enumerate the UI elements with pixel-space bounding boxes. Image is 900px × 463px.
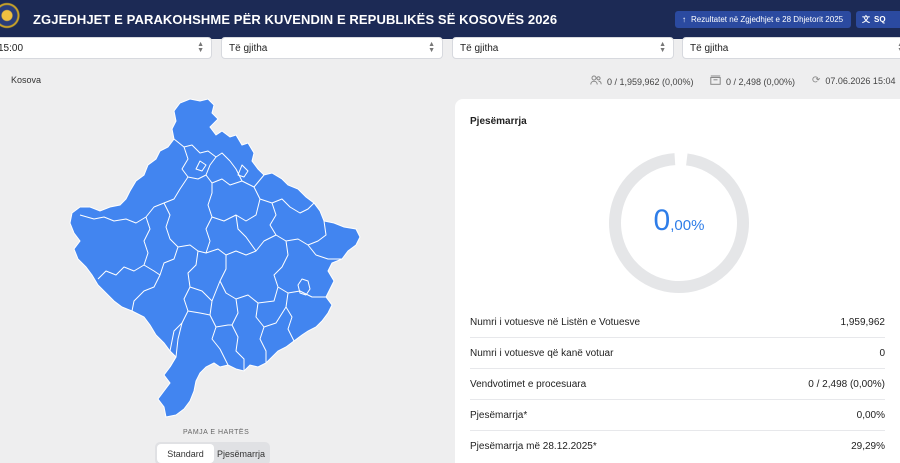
- chevron-updown-icon: ▲▼: [197, 41, 204, 54]
- polling-station-select-value: Të gjitha: [690, 42, 729, 54]
- app-header: ZGJEDHJET E PARAKOHSHME PËR KUVENDIN E R…: [0, 0, 900, 39]
- map-view-caption: PAMJA E HARTËS: [183, 429, 250, 436]
- chevron-updown-icon: ▲▼: [428, 41, 435, 54]
- refresh-icon[interactable]: ⟳: [812, 75, 820, 86]
- stats-row-value: 1,959,962: [840, 316, 886, 328]
- voters-stat-value: 0 / 1,959,962 (0,00%): [607, 76, 694, 87]
- stats-row-label: Numri i votuesve në Listën e Votuesve: [470, 316, 641, 328]
- stats-row: Pjesëmarrja më 28.12.2025* 29,29%: [470, 431, 885, 462]
- page-title: ZGJEDHJET E PARAKOHSHME PËR KUVENDIN E R…: [33, 12, 558, 27]
- stats-row: Pjesëmarrja* 0,00%: [470, 400, 885, 431]
- stats-row-label: Numri i votuesve që kanë votuar: [470, 347, 614, 359]
- users-icon: [590, 75, 602, 88]
- polling-center-select[interactable]: Të gjitha ▲ ▼: [452, 37, 674, 59]
- stats-row-label: Vendvotimet e procesuara: [470, 378, 587, 390]
- stats-row-value: 0: [879, 347, 885, 359]
- participation-card: Pjesëmarrja 0,00% Numri i votuesve në Li…: [455, 99, 900, 463]
- stats-row-value: 0 / 2,498 (0,00%): [808, 378, 885, 390]
- previous-results-button[interactable]: ↑ Rezultatet në Zgjedhjet e 28 Dhjetorit…: [675, 11, 852, 28]
- participation-title: Pjesëmarrja: [470, 116, 527, 127]
- previous-results-label: Rezultatet në Zgjedhjet e 28 Dhjetorit 2…: [691, 15, 844, 24]
- stations-stat-value: 0 / 2,498 (0,00%): [726, 76, 796, 87]
- election-commission-logo: [0, 2, 22, 32]
- participation-percent-decimal: ,00%: [670, 217, 705, 234]
- stations-stat: 0 / 2,498 (0,00%): [710, 75, 795, 88]
- stats-row: Numri i votuesve në Listën e Votuesve 1,…: [470, 307, 885, 338]
- translate-icon: 文: [862, 15, 870, 24]
- stats-row-label: Pjesëmarrja më 28.12.2025*: [470, 441, 597, 452]
- last-updated-stat: ⟳ 07.06.2026 15:04: [812, 75, 895, 86]
- municipality-select-value: Të gjitha: [229, 42, 268, 54]
- view-standard-button[interactable]: Standard: [157, 444, 214, 463]
- arrow-up-icon: ↑: [682, 15, 686, 24]
- region-label: Kosova: [11, 75, 42, 85]
- stats-row: Vendvotimet e procesuara 0 / 2,498 (0,00…: [470, 369, 885, 400]
- polling-station-select[interactable]: Të gjitha ▲▼: [682, 37, 900, 59]
- time-select-value: 15:00: [0, 42, 24, 54]
- kosovo-region-outline[interactable]: [69, 98, 361, 418]
- stats-row-value: 29,29%: [851, 441, 885, 452]
- view-participation-button[interactable]: Pjesëmarrja: [214, 444, 268, 463]
- stats-row: Numri i votuesve që kanë votuar 0: [470, 338, 885, 369]
- location-pin-icon: ⌖: [0, 74, 4, 86]
- stats-row-label: Pjesëmarrja*: [470, 409, 528, 421]
- participation-percent: 0,00%: [605, 204, 753, 238]
- voters-stat: 0 / 1,959,962 (0,00%): [590, 75, 694, 88]
- chevron-updown-icon: ▲▼: [659, 41, 666, 54]
- ballot-box-icon: [710, 75, 721, 88]
- last-updated-value: 07.06.2026 15:04: [825, 75, 896, 86]
- municipality-select[interactable]: Të gjitha ▲ ▼: [221, 37, 443, 59]
- polling-center-select-value: Të gjitha: [460, 42, 499, 54]
- language-selector[interactable]: 文 SQ: [856, 11, 900, 28]
- map-view-toggle: Standard Pjesëmarrja: [155, 442, 270, 463]
- stats-row-value: 0,00%: [856, 409, 885, 421]
- kosovo-map[interactable]: [60, 95, 370, 425]
- time-select[interactable]: 15:00 ▲ ▼: [0, 37, 212, 59]
- participation-percent-int: 0: [653, 204, 671, 237]
- language-code: SQ: [874, 15, 886, 24]
